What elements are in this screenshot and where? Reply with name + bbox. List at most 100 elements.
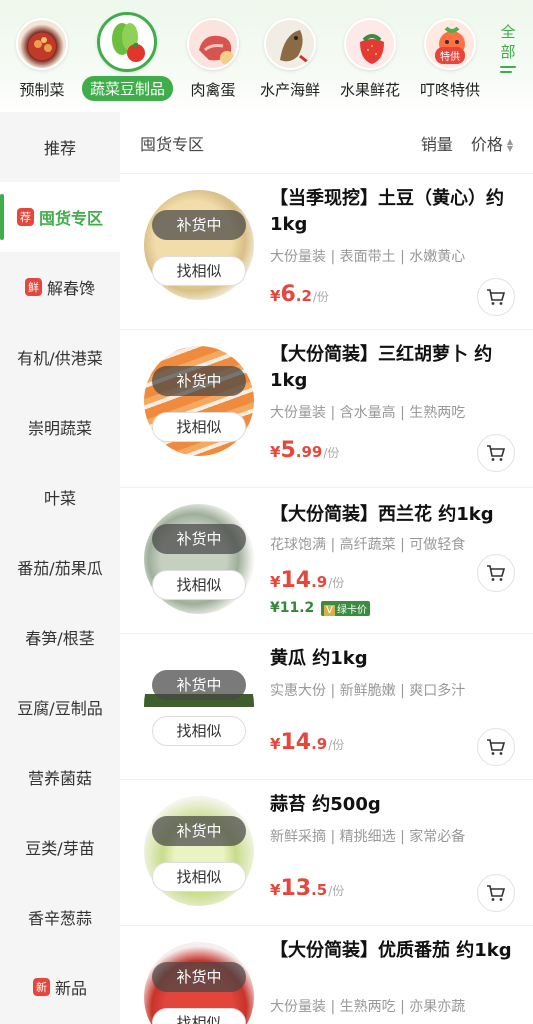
category-seafood[interactable]: 水产海鲜: [245, 18, 335, 101]
product-price: ¥5.99/份: [270, 438, 339, 463]
sidebar-item-beans[interactable]: 豆类/芽苗: [0, 812, 120, 882]
cart-icon: [487, 885, 506, 901]
price-currency: ¥: [270, 735, 281, 753]
sidebar-item-label: 豆腐/豆制品: [17, 699, 103, 718]
seafood-icon: [264, 18, 316, 70]
product-name: 黄瓜 约1kg: [270, 648, 368, 669]
product-price: ¥6.2/份: [270, 282, 329, 307]
sidebar-item-label: 番茄/茄果瓜: [17, 559, 103, 578]
add-to-cart-button[interactable]: [477, 728, 515, 766]
sidebar-item-chongming[interactable]: 崇明蔬菜: [0, 392, 120, 462]
product-name: 蒜苔 约500g: [270, 794, 381, 815]
price-unit: /份: [323, 446, 340, 460]
special-offer-icon: 特供: [424, 18, 476, 70]
category-prepared-dish[interactable]: 预制菜: [0, 18, 87, 101]
category-label: 叮咚特供: [419, 81, 480, 99]
category-special-offer[interactable]: 特供 叮咚特供: [405, 18, 495, 101]
category-label: 预制菜: [19, 81, 65, 99]
category-label: 肉禽蛋: [190, 81, 236, 99]
product-card[interactable]: 补货中 找相似 【大份简装】优质番茄 约1kg 大份量装 | 生熟两吃 | 亦果…: [120, 926, 533, 1024]
add-to-cart-button[interactable]: [477, 278, 515, 316]
sidebar-item-spices[interactable]: 香辛葱蒜: [0, 882, 120, 952]
price-unit: /份: [328, 738, 345, 752]
price-currency: ¥: [270, 287, 281, 305]
price-decimal: .2: [295, 287, 312, 305]
price-currency: ¥: [270, 881, 281, 899]
product-desc: 大份量装 | 生熟两吃 | 亦果亦蔬: [270, 999, 466, 1015]
product-name: 【大份简装】优质番茄 约1kg: [270, 940, 512, 961]
product-card[interactable]: 补货中 找相似 蒜苔 约500g 新鲜采摘 | 精挑细选 | 家常必备 ¥13.…: [120, 780, 533, 926]
sidebar-item-label: 推荐: [43, 139, 76, 158]
product-desc: 大份量装 | 含水量高 | 生熟两吃: [270, 405, 466, 421]
category-fruit[interactable]: 水果鲜花: [325, 18, 415, 101]
cart-icon: [487, 565, 506, 581]
all-categories-button[interactable]: 全 部: [495, 22, 521, 76]
price-currency: ¥: [270, 443, 281, 461]
price-decimal: .99: [295, 443, 323, 461]
member-tag-label: 绿卡价: [337, 604, 368, 616]
sidebar-item-stockup[interactable]: 荐 囤货专区: [0, 182, 120, 252]
sidebar-item-label: 春笋/根茎: [25, 629, 95, 648]
restocking-badge: 补货中: [152, 366, 246, 396]
sort-by-price[interactable]: 价格 ▲ ▼: [471, 131, 513, 155]
sidebar-item-recommend[interactable]: 推荐: [0, 112, 120, 182]
sidebar-item-label: 囤货专区: [38, 209, 103, 228]
new-badge: 新: [32, 978, 50, 996]
price-unit: /份: [328, 884, 345, 898]
sidebar-item-label: 新品: [54, 979, 87, 998]
price-integer: 5: [280, 438, 296, 463]
product-card[interactable]: 补货中 找相似 【大份简装】三红胡萝卜 约1kg 大份量装 | 含水量高 | 生…: [120, 330, 533, 488]
meat-icon: [187, 18, 239, 70]
product-name: 【大份简装】三红胡萝卜 约1kg: [270, 344, 493, 391]
add-to-cart-button[interactable]: [477, 434, 515, 472]
sort-by-sales[interactable]: 销量: [421, 131, 453, 155]
category-bar: 预制菜 蔬菜豆制品 肉禽蛋 水产海鲜 水果鲜花 特供 叮咚特供 全 部: [0, 0, 533, 112]
sidebar-item-tofu[interactable]: 豆腐/豆制品: [0, 672, 120, 742]
price-integer: 14: [280, 730, 312, 755]
category-label: 水产海鲜: [259, 81, 320, 99]
cart-icon: [487, 739, 506, 755]
member-price: ¥11.2 V 绿卡价: [270, 600, 371, 616]
product-price: ¥14.9/份: [270, 568, 344, 593]
sidebar-item-mushroom[interactable]: 营养菌菇: [0, 742, 120, 812]
product-desc: 实惠大份 | 新鲜脆嫩 | 爽口多汁: [270, 683, 466, 699]
sort-bar: 囤货专区 销量 价格 ▲ ▼: [120, 112, 533, 174]
find-similar-button[interactable]: 找相似: [152, 412, 246, 442]
product-card[interactable]: 补货中 找相似 【当季现挖】土豆（黄心）约1kg 大份量装 | 表面带土 | 水…: [120, 174, 533, 330]
find-similar-button[interactable]: 找相似: [152, 256, 246, 286]
sidebar-item-leafy[interactable]: 叶菜: [0, 462, 120, 532]
sidebar-item-new[interactable]: 新 新品: [0, 952, 120, 1022]
restocking-badge: 补货中: [152, 524, 246, 554]
restocking-badge: 补货中: [152, 816, 246, 846]
product-desc: 新鲜采摘 | 精挑细选 | 家常必备: [270, 829, 466, 845]
special-offer-badge: 特供: [435, 47, 465, 64]
sidebar-item-label: 有机/供港菜: [17, 349, 103, 368]
sidebar-item-spring[interactable]: 鲜 解春馋: [0, 252, 120, 322]
section-title: 囤货专区: [140, 134, 205, 154]
member-card-tag: V 绿卡价: [321, 600, 371, 616]
add-to-cart-button[interactable]: [477, 554, 515, 592]
price-unit: /份: [312, 290, 329, 304]
sidebar-item-organic[interactable]: 有机/供港菜: [0, 322, 120, 392]
find-similar-button[interactable]: 找相似: [152, 1008, 246, 1024]
add-to-cart-button[interactable]: [477, 874, 515, 912]
price-integer: 13: [280, 876, 312, 901]
all-label-line1: 全: [500, 23, 516, 41]
prepared-dish-icon: [16, 18, 68, 70]
category-vegetable[interactable]: 蔬菜豆制品: [82, 12, 174, 101]
product-desc: 花球饱满 | 高纤蔬菜 | 可做轻食: [270, 537, 466, 553]
sidebar-item-tomato[interactable]: 番茄/茄果瓜: [0, 532, 120, 602]
find-similar-button[interactable]: 找相似: [152, 570, 246, 600]
sidebar-item-label: 豆类/芽苗: [25, 839, 95, 858]
vegetable-icon: [97, 12, 157, 72]
sidebar-item-root[interactable]: 春笋/根茎: [0, 602, 120, 672]
product-price: ¥13.5/份: [270, 876, 344, 901]
find-similar-button[interactable]: 找相似: [152, 716, 246, 746]
price-decimal: .5: [311, 881, 328, 899]
product-card[interactable]: 补货中 找相似 【大份简装】西兰花 约1kg 花球饱满 | 高纤蔬菜 | 可做轻…: [120, 488, 533, 634]
product-card[interactable]: 补货中 找相似 黄瓜 约1kg 实惠大份 | 新鲜脆嫩 | 爽口多汁 ¥14.9…: [120, 634, 533, 780]
category-label: 蔬菜豆制品: [82, 76, 174, 101]
restocking-badge: 补货中: [152, 670, 246, 700]
price-decimal: .9: [311, 573, 328, 591]
find-similar-button[interactable]: 找相似: [152, 862, 246, 892]
